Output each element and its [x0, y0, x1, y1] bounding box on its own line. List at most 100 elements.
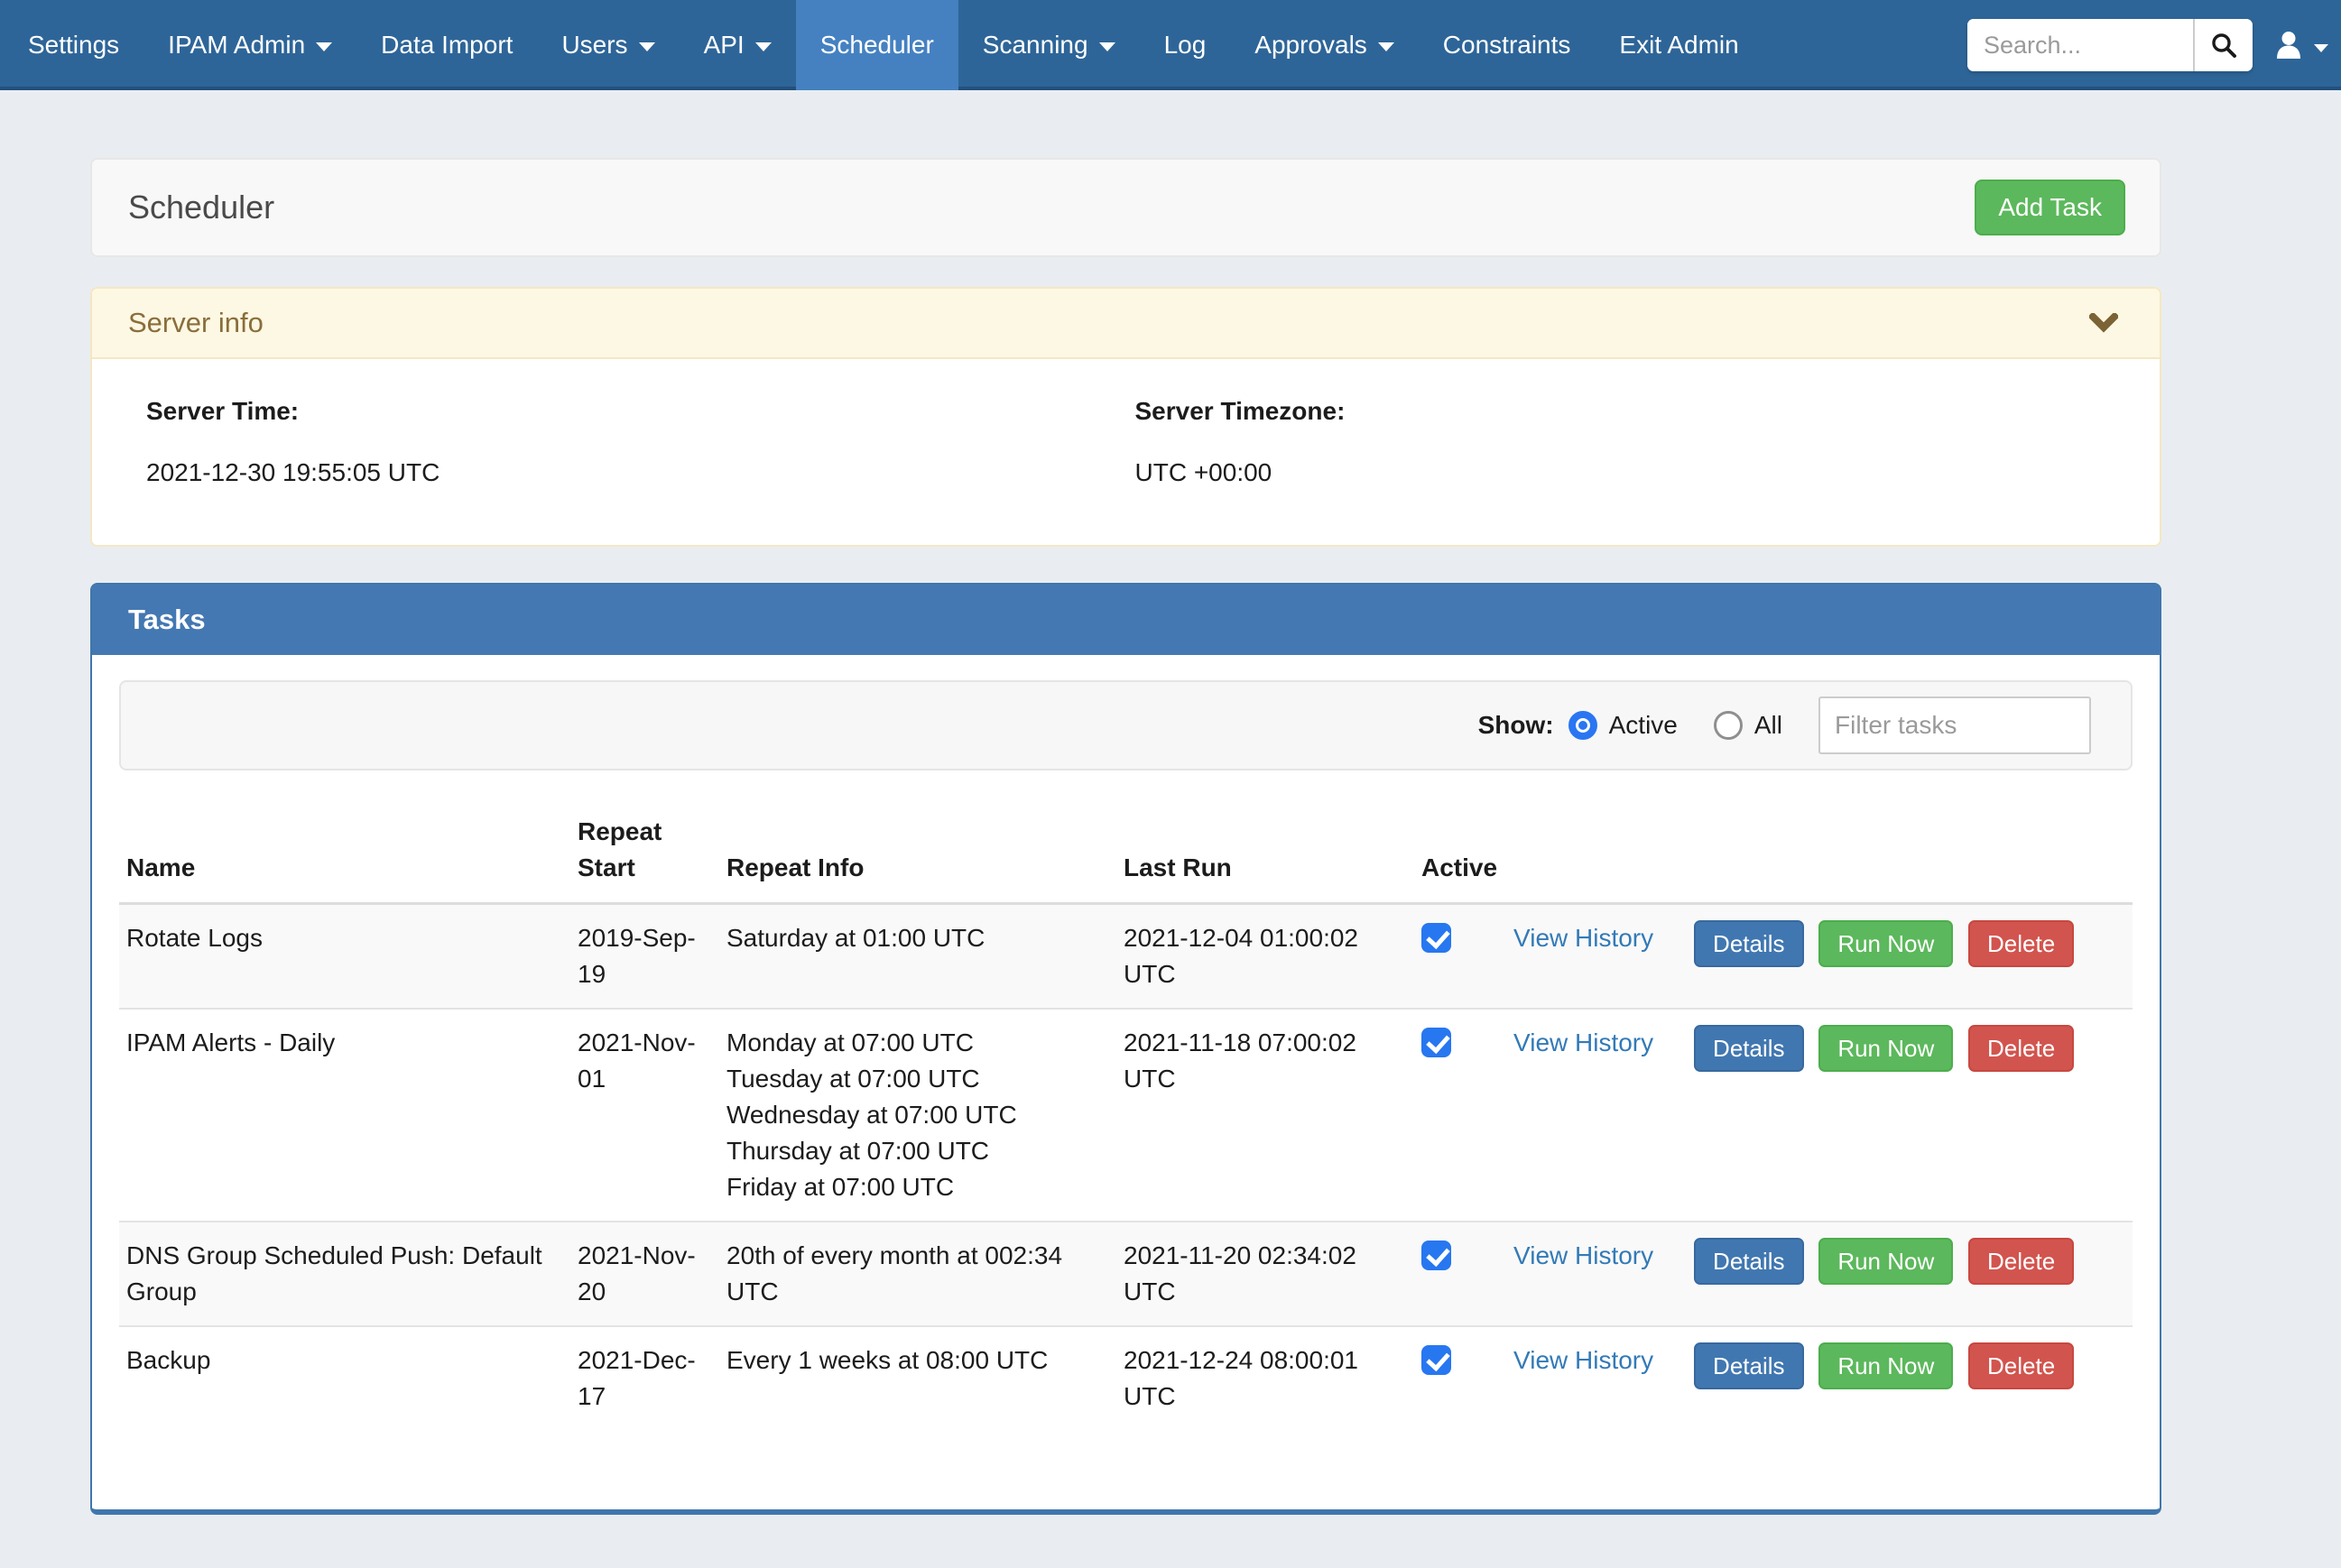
navbar-right-controls — [1967, 0, 2328, 90]
active-checkbox[interactable] — [1421, 1241, 1451, 1270]
run-now-button[interactable]: Run Now — [1818, 1025, 1953, 1072]
task-last-run: 2021-12-04 01:00:02 UTC — [1116, 904, 1414, 1010]
show-all-option: All — [1714, 711, 1782, 740]
server-timezone-value: UTC +00:00 — [1135, 458, 2124, 487]
tasks-panel: Tasks Show: Active All — [90, 583, 2161, 1515]
task-name: Backup — [119, 1326, 570, 1430]
task-name: DNS Group Scheduled Push: Default Group — [119, 1222, 570, 1326]
task-repeat-start: 2021-Nov-20 — [570, 1222, 719, 1326]
server-time-block: Server Time: 2021-12-30 19:55:05 UTC — [146, 397, 1135, 487]
nav-item-data-import[interactable]: Data Import — [356, 0, 537, 90]
tasks-table-body: Rotate Logs 2019-Sep-19 Saturday at 01:0… — [119, 904, 2133, 1431]
caret-down-icon — [755, 42, 772, 51]
show-all-label: All — [1754, 711, 1782, 740]
tasks-filter-bar: Show: Active All — [119, 680, 2133, 770]
task-name: IPAM Alerts - Daily — [119, 1009, 570, 1222]
caret-down-icon — [1378, 42, 1394, 51]
active-checkbox[interactable] — [1421, 1028, 1451, 1057]
collapse-chevron-icon[interactable] — [2089, 313, 2118, 333]
run-now-button[interactable]: Run Now — [1818, 920, 1953, 967]
server-info-title: Server info — [128, 307, 264, 339]
repeat-info-line: 20th of every month at 002:34 UTC — [726, 1238, 1107, 1310]
col-header-repeat-start: Repeat Start — [570, 801, 719, 904]
delete-button[interactable]: Delete — [1968, 1025, 2074, 1072]
task-repeat-info: 20th of every month at 002:34 UTC — [719, 1222, 1116, 1326]
delete-button[interactable]: Delete — [1968, 1238, 2074, 1285]
repeat-info-line: Every 1 weeks at 08:00 UTC — [726, 1342, 1107, 1379]
nav-item-approvals[interactable]: Approvals — [1230, 0, 1419, 90]
run-now-button[interactable]: Run Now — [1818, 1342, 1953, 1389]
page-title: Scheduler — [128, 189, 274, 226]
view-history-link[interactable]: View History — [1513, 1346, 1653, 1374]
task-repeat-info: Saturday at 01:00 UTC — [719, 904, 1116, 1010]
show-label: Show: — [1478, 711, 1554, 740]
task-repeat-start: 2019-Sep-19 — [570, 904, 719, 1010]
details-button[interactable]: Details — [1694, 1025, 1803, 1072]
col-header-actions — [1687, 801, 2133, 904]
task-repeat-info: Every 1 weeks at 08:00 UTC — [719, 1326, 1116, 1430]
delete-button[interactable]: Delete — [1968, 1342, 2074, 1389]
add-task-button[interactable]: Add Task — [1975, 180, 2125, 235]
view-history-link[interactable]: View History — [1513, 1028, 1653, 1056]
server-info-panel: Server info Server Time: 2021-12-30 19:5… — [90, 287, 2161, 547]
details-button[interactable]: Details — [1694, 1238, 1803, 1285]
col-header-repeat-info: Repeat Info — [719, 801, 1116, 904]
show-all-radio[interactable] — [1714, 711, 1743, 740]
server-time-label: Server Time: — [146, 397, 1135, 426]
server-timezone-block: Server Timezone: UTC +00:00 — [1135, 397, 2124, 487]
table-row: DNS Group Scheduled Push: Default Group … — [119, 1222, 2133, 1326]
active-checkbox[interactable] — [1421, 1345, 1451, 1375]
nav-item-constraints[interactable]: Constraints — [1419, 0, 1596, 90]
repeat-info-line: Saturday at 01:00 UTC — [726, 920, 1107, 956]
view-history-link[interactable]: View History — [1513, 924, 1653, 952]
tasks-table: Name Repeat Start Repeat Info Last Run A… — [119, 801, 2133, 1430]
main-content: Scheduler Add Task Server info Server Ti… — [90, 158, 2161, 1515]
chevron-down-icon — [2314, 44, 2328, 52]
server-timezone-label: Server Timezone: — [1135, 397, 2124, 426]
search-icon — [2210, 32, 2237, 59]
view-history-link[interactable]: View History — [1513, 1241, 1653, 1269]
show-active-option: Active — [1568, 711, 1678, 740]
table-header-row: Name Repeat Start Repeat Info Last Run A… — [119, 801, 2133, 904]
table-row: Rotate Logs 2019-Sep-19 Saturday at 01:0… — [119, 904, 2133, 1010]
task-last-run: 2021-12-24 08:00:01 UTC — [1116, 1326, 1414, 1430]
nav-item-scheduler[interactable]: Scheduler — [796, 0, 958, 90]
repeat-info-line: Monday at 07:00 UTC — [726, 1025, 1107, 1061]
scheduler-header-panel: Scheduler Add Task — [90, 158, 2161, 257]
nav-item-ipam-admin[interactable]: IPAM Admin — [143, 0, 356, 90]
nav-item-log[interactable]: Log — [1140, 0, 1231, 90]
user-icon — [2274, 30, 2303, 60]
nav-item-scanning[interactable]: Scanning — [958, 0, 1140, 90]
top-navbar: Settings IPAM Admin Data Import Users AP… — [0, 0, 2341, 90]
nav-item-exit-admin[interactable]: Exit Admin — [1595, 0, 1763, 90]
details-button[interactable]: Details — [1694, 1342, 1803, 1389]
table-row: Backup 2021-Dec-17 Every 1 weeks at 08:0… — [119, 1326, 2133, 1430]
details-button[interactable]: Details — [1694, 920, 1803, 967]
nav-item-users[interactable]: Users — [537, 0, 679, 90]
caret-down-icon — [1099, 42, 1115, 51]
task-repeat-start: 2021-Nov-01 — [570, 1009, 719, 1222]
filter-tasks-input[interactable] — [1818, 696, 2091, 754]
user-menu-button[interactable] — [2274, 30, 2328, 60]
col-header-last-run: Last Run — [1116, 801, 1414, 904]
tasks-panel-body: Show: Active All Name — [92, 655, 2160, 1509]
delete-button[interactable]: Delete — [1968, 920, 2074, 967]
caret-down-icon — [639, 42, 655, 51]
tasks-title: Tasks — [128, 604, 206, 636]
nav-item-api[interactable]: API — [680, 0, 796, 90]
navbar-search — [1967, 19, 2253, 71]
repeat-info-line: Thursday at 07:00 UTC — [726, 1133, 1107, 1169]
run-now-button[interactable]: Run Now — [1818, 1238, 1953, 1285]
repeat-info-line: Tuesday at 07:00 UTC — [726, 1061, 1107, 1097]
caret-down-icon — [316, 42, 332, 51]
task-last-run: 2021-11-18 07:00:02 UTC — [1116, 1009, 1414, 1222]
search-button[interactable] — [2193, 19, 2253, 71]
active-checkbox[interactable] — [1421, 923, 1451, 953]
show-active-label: Active — [1609, 711, 1678, 740]
nav-item-settings[interactable]: Settings — [4, 0, 143, 90]
show-active-radio[interactable] — [1568, 711, 1597, 740]
task-name: Rotate Logs — [119, 904, 570, 1010]
server-info-header[interactable]: Server info — [92, 289, 2160, 359]
search-input[interactable] — [1967, 19, 2193, 71]
task-repeat-info: Monday at 07:00 UTCTuesday at 07:00 UTCW… — [719, 1009, 1116, 1222]
